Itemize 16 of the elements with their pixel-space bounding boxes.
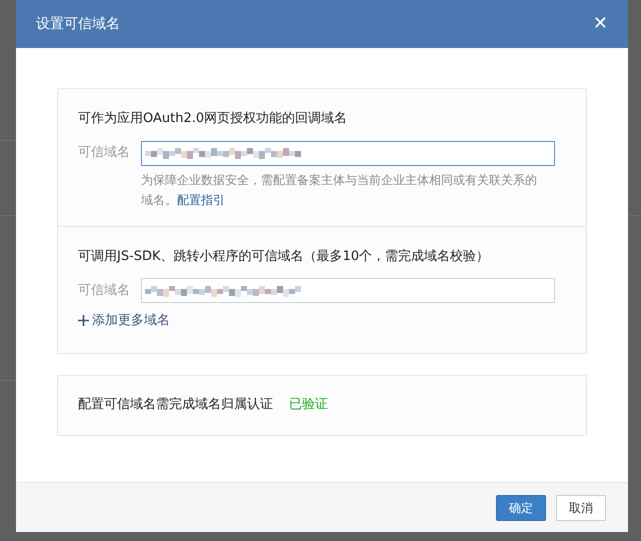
section-heading: 可作为应用OAuth2.0网页授权功能的回调域名 (78, 110, 348, 128)
add-domain-link[interactable]: 添加更多域名 (78, 311, 170, 330)
plus-icon (78, 315, 89, 326)
verify-text: 配置可信域名需完成域名归属认证 (78, 396, 273, 414)
confirm-button[interactable]: 确定 (496, 494, 546, 520)
dialog-title: 设置可信域名 (36, 14, 120, 34)
hint-text: 为保障企业数据安全，需配置备案主体与当前企业主体相同或有关联关系的域名。配置指引 (141, 172, 538, 208)
close-button[interactable]: ✕ (592, 15, 608, 33)
guide-link[interactable]: 配置指引 (177, 192, 225, 206)
input-field[interactable] (141, 140, 555, 166)
verify-status: 已验证 (289, 396, 328, 414)
section-heading: 可调用JS-SDK、跳转小程序的可信域名（最多10个，需完成域名校验） (78, 248, 490, 266)
field-label: 可信域名 (78, 282, 131, 300)
cancel-button[interactable]: 取消 (556, 494, 606, 520)
input-field[interactable] (141, 278, 555, 303)
field-label: 可信域名 (78, 144, 131, 162)
